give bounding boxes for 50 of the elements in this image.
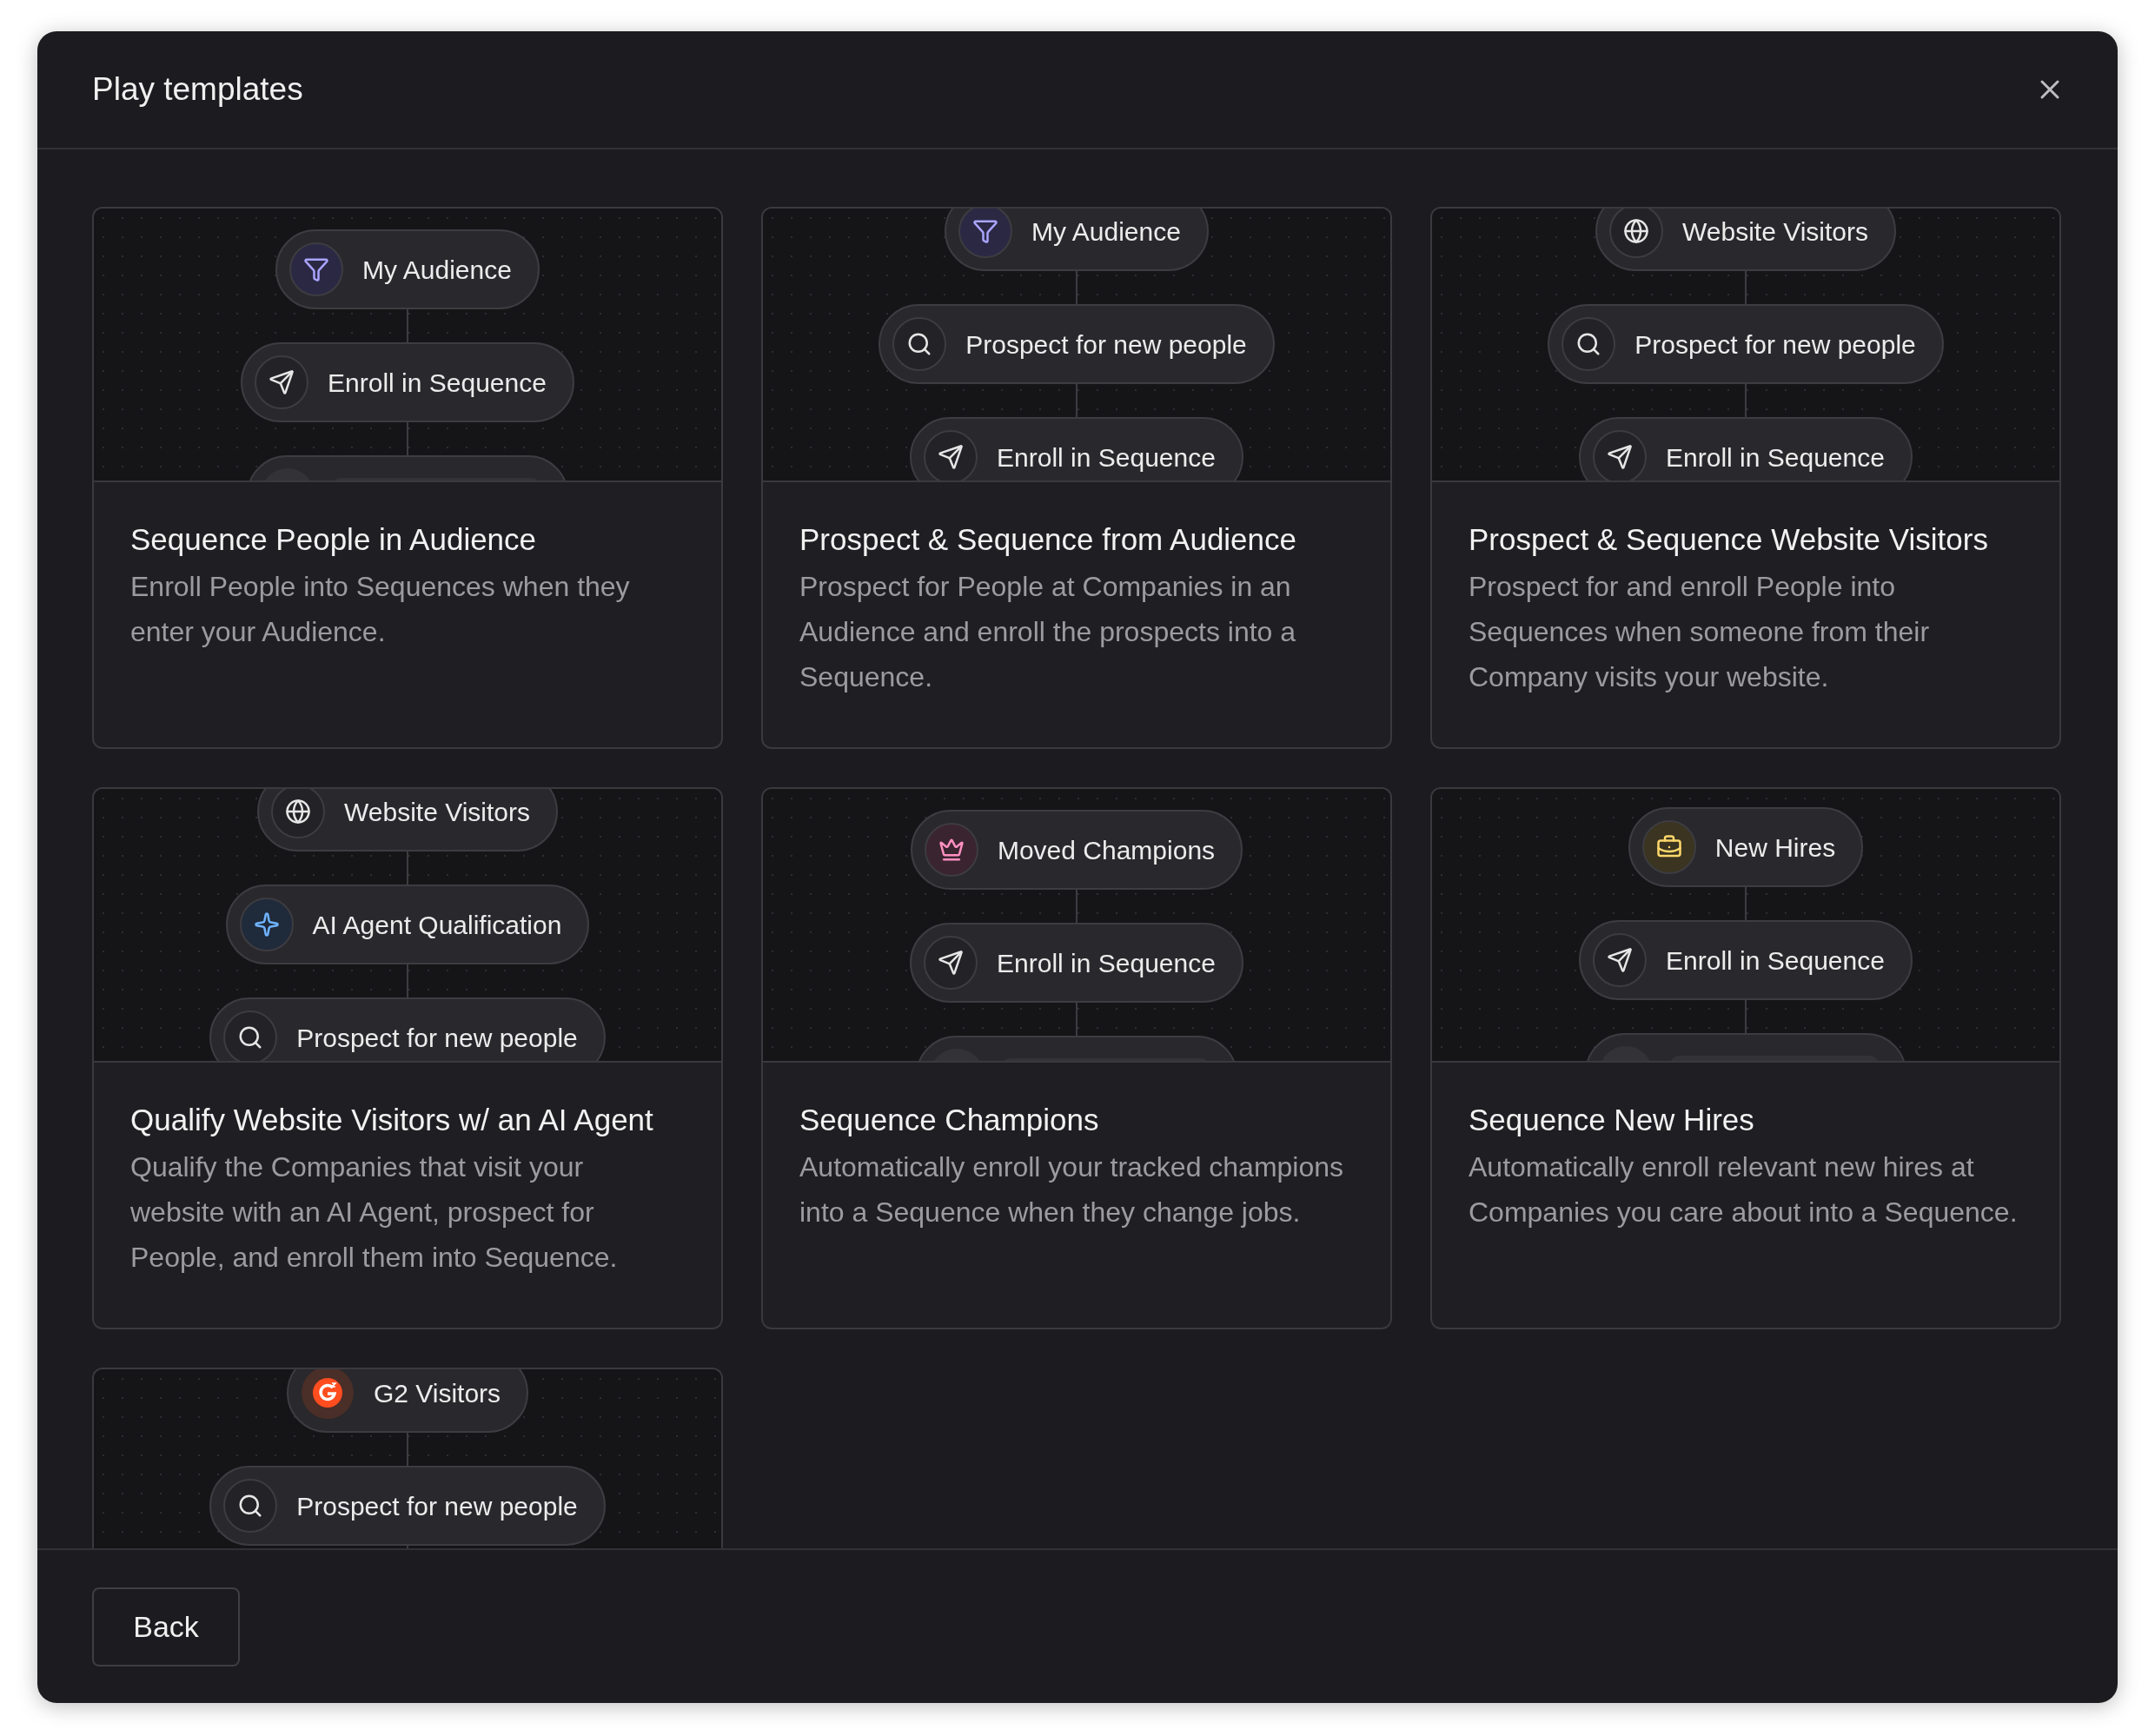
flow-node: My Audience bbox=[945, 209, 1209, 271]
flow-node: Website Visitors bbox=[1595, 209, 1896, 271]
template-title: Prospect & Sequence from Audience bbox=[799, 521, 1297, 558]
flow-node: Enroll in Sequence bbox=[1579, 417, 1913, 480]
flow-node: Enroll in Sequence bbox=[910, 923, 1243, 1003]
flow-node: Enroll in Sequence bbox=[1579, 920, 1913, 1000]
template-card[interactable]: New Hires Enroll in Sequence Sequence New Hires Automatically enroll relevant new hires at Companies you care about into a Sequence. bbox=[1430, 787, 2061, 1329]
paper-plane-icon bbox=[938, 950, 965, 976]
flow-node: Prospect for new people bbox=[209, 1466, 606, 1546]
template-description: Prospect for People at Companies in an Audience and enroll the prospects into a Sequence. bbox=[799, 570, 1297, 694]
paper-plane-icon bbox=[938, 444, 965, 470]
g2-logo-icon bbox=[300, 1369, 355, 1420]
globe-icon bbox=[1623, 218, 1649, 244]
dialog-title: Play templates bbox=[92, 70, 303, 109]
flow-node: G2 Visitors bbox=[286, 1369, 529, 1433]
template-card[interactable]: My Audience Prospect for new people Enroll in Sequence Prospect & Sequence from Audience Prospect for People at Companies in an Audience and enroll the prospects into a Sequence. bbox=[761, 207, 1392, 749]
crown-icon bbox=[938, 837, 965, 863]
template-title: Sequence New Hires bbox=[1469, 1102, 1755, 1138]
paper-plane-icon bbox=[269, 369, 295, 395]
back-button[interactable]: Back bbox=[92, 1587, 240, 1666]
sparkle-icon bbox=[253, 911, 280, 938]
template-title: Qualify Website Visitors w/ an AI Agent bbox=[130, 1102, 654, 1138]
flow-node: Enroll in Sequence bbox=[910, 417, 1243, 480]
template-description: Automatically enroll relevant new hires at Companies you care about into a Sequence. bbox=[1469, 1150, 2019, 1229]
template-title: Prospect & Sequence Website Visitors bbox=[1469, 521, 1989, 558]
template-card[interactable]: G2 Visitors Prospect for new people bbox=[92, 1368, 723, 1548]
flow-node: Prospect for new people bbox=[1548, 304, 1944, 384]
flow-node: My Audience bbox=[275, 229, 540, 309]
template-description: Enroll People into Sequences when they enter your Audience. bbox=[130, 570, 631, 649]
funnel-icon bbox=[303, 256, 330, 282]
template-title: Sequence Champions bbox=[799, 1102, 1100, 1138]
template-card[interactable] bbox=[92, 787, 723, 1329]
flow-node: Enroll in Sequence bbox=[241, 342, 574, 422]
paper-plane-icon bbox=[1607, 444, 1634, 470]
template-card[interactable]: Website Visitors Prospect for new people Enroll in Sequence Prospect & Sequence Website Visitors Prospect for and enroll People into Sequences when someone from their Company visits your website. bbox=[1430, 207, 2061, 749]
template-title: Sequence People in Audience bbox=[130, 521, 538, 558]
template-description: Qualify the Companies that visit your website with an AI Agent, prospect for People, and enroll them into Sequence. bbox=[130, 1150, 619, 1275]
template-card[interactable]: My Audience Enroll in Sequence Sequence People in Audience Enroll People into Sequences when they enter your Audience. bbox=[92, 207, 723, 749]
flow-node: Prospect for new people bbox=[879, 304, 1275, 384]
flow-node: Prospect for new people bbox=[209, 997, 606, 1061]
flow-node: AI Agent Qualification bbox=[225, 885, 590, 964]
funnel-icon bbox=[972, 218, 999, 244]
template-description: Prospect for and enroll People into Sequences when someone from their Company visits your website. bbox=[1469, 570, 1931, 694]
template-description: Automatically enroll your tracked champions into a Sequence when they change jobs. bbox=[799, 1150, 1345, 1229]
globe-icon bbox=[285, 798, 311, 825]
template-card[interactable]: Moved Champions Enroll in Sequence Sequence Champions Automatically enroll your tracked champions into a Sequence when they change jobs. bbox=[761, 787, 1392, 1329]
flow-node: Website Visitors bbox=[257, 789, 558, 851]
flow-node: Moved Champions bbox=[910, 810, 1243, 890]
flow-node: New Hires bbox=[1628, 807, 1864, 887]
paper-plane-icon bbox=[1607, 947, 1634, 973]
